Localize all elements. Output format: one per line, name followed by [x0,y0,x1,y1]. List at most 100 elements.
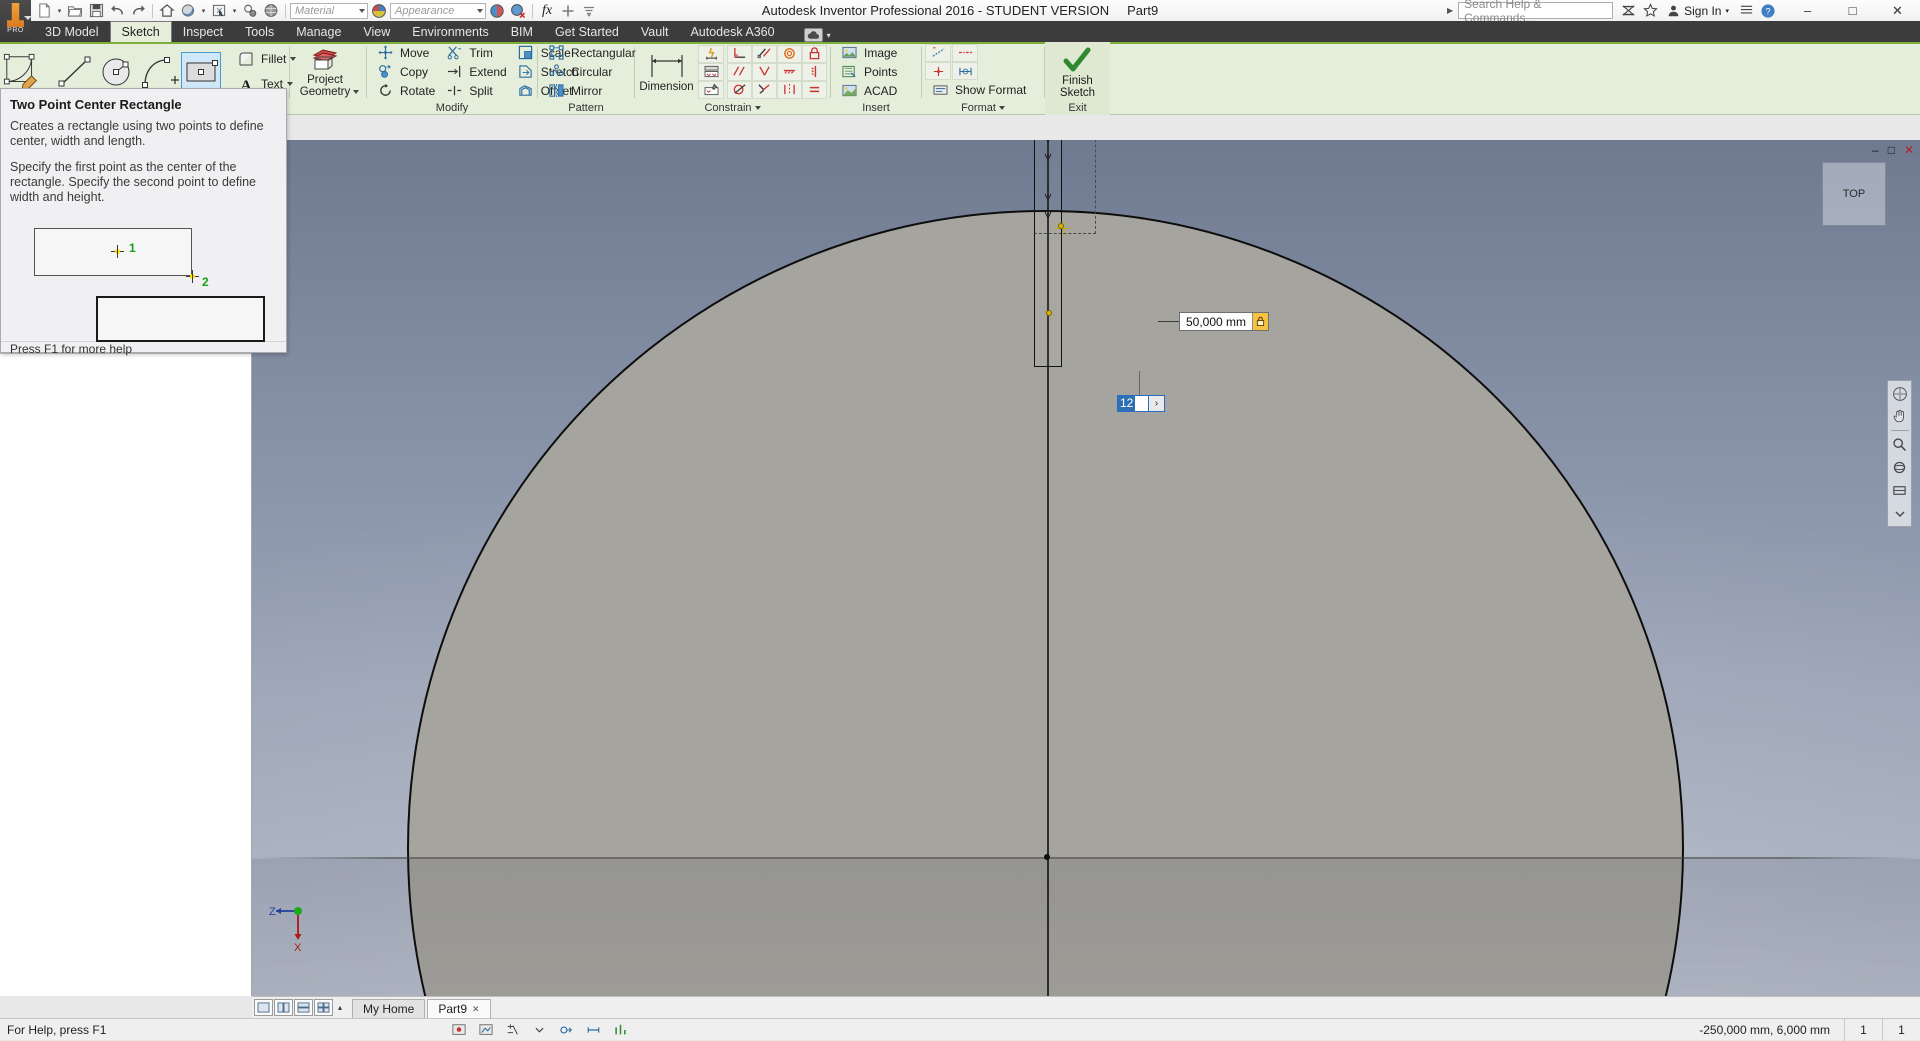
minimize-button[interactable]: – [1785,0,1830,21]
trim-button[interactable]: Trim [439,43,510,62]
extend-button[interactable]: Extend [439,62,510,81]
create-sketch-button[interactable] [3,50,43,94]
horizontal-constraint-icon[interactable] [777,62,802,81]
tangent-constraint-icon[interactable] [777,44,802,63]
circle-tool-button[interactable] [97,50,137,94]
acad-button[interactable]: ACAD [834,81,901,100]
tab-environments[interactable]: Environments [401,21,499,42]
finish-sketch-button[interactable]: Finish Sketch [1052,45,1103,99]
circular-pattern-button[interactable]: Circular [541,62,640,81]
close-button[interactable]: ✕ [1875,0,1920,21]
chevron-down-icon-2[interactable] [477,8,483,13]
constrain-chevron-icon[interactable] [754,105,761,110]
show-format-button[interactable]: Show Format [925,81,1030,100]
appearance-dropdown-icon[interactable]: ▾ [199,1,208,20]
copy-button[interactable]: Copy [370,62,439,81]
dimension-button[interactable]: Dimension [638,49,695,95]
help-dropdown-icon[interactable] [1735,0,1757,21]
navigation-bar[interactable] [1887,380,1912,527]
select-dropdown-icon[interactable]: ▾ [230,1,239,20]
tab-bim[interactable]: BIM [500,21,544,42]
graphics-viewport[interactable]: 50,000 mm 12 › – □ ✕ TOP Z X [252,140,1920,996]
measure-icon[interactable] [585,1022,602,1038]
line-tool-button[interactable] [55,50,95,94]
view-layout-chevron-icon[interactable]: ▴ [334,999,346,1016]
auto-dimension-icon[interactable] [698,44,724,63]
help-circle-icon[interactable]: ? [1757,0,1779,21]
tab-view[interactable]: View [352,21,401,42]
rectangular-pattern-button[interactable]: Rectangular [541,43,640,62]
select-mode-button[interactable] [209,1,229,20]
tab-inspect[interactable]: Inspect [172,21,234,42]
viewport-close-button[interactable]: ✕ [1904,143,1914,157]
qat-overflow-icon[interactable] [579,1,599,20]
four-view-icon[interactable] [314,998,333,1016]
home-view-button[interactable] [157,1,177,20]
tab-tools[interactable]: Tools [234,21,285,42]
single-view-icon[interactable] [254,998,273,1016]
tab-vault[interactable]: Vault [630,21,680,42]
look-at-icon[interactable] [1890,481,1909,500]
analysis-icon[interactable] [612,1022,629,1038]
tab-autodesk-a360[interactable]: Autodesk A360 [679,21,785,42]
snap-icon[interactable] [558,1022,575,1038]
chevron-down-icon[interactable] [359,8,365,13]
search-expand-icon[interactable]: ▶ [1442,6,1458,15]
center-point-icon[interactable] [925,62,951,80]
format-chevron-icon[interactable] [998,105,1005,110]
material-combo[interactable]: Material [290,2,368,19]
value-input-expand-button[interactable]: › [1148,395,1165,412]
split-button[interactable]: Split [439,81,510,100]
two-view-icon[interactable] [274,998,293,1016]
redo-button[interactable] [128,1,148,20]
pan-icon[interactable] [1890,407,1909,426]
record-icon[interactable] [450,1022,467,1038]
viewport-minimize-button[interactable]: – [1872,143,1879,157]
orbit-icon[interactable] [1890,458,1909,477]
tab-manage[interactable]: Manage [285,21,352,42]
chevron-down-icon-status[interactable] [531,1022,548,1038]
image-button[interactable]: Image [834,43,901,62]
new-file-dropdown-icon[interactable]: ▾ [55,1,64,20]
favorites-star-icon[interactable] [1639,0,1661,21]
document-tab-my-home[interactable]: My Home [352,999,426,1018]
viewport-restore-button[interactable]: □ [1888,143,1895,157]
sign-in-chevron-icon[interactable]: ▾ [1725,7,1729,15]
material-swatch-icon[interactable] [369,1,389,20]
appearance-combo[interactable]: Appearance [390,2,486,19]
save-file-button[interactable] [86,1,106,20]
project-geometry-chevron-icon[interactable] [353,90,360,94]
arc-tool-button[interactable] [139,50,179,94]
tab-get-started[interactable]: Get Started [544,21,630,42]
dimension-lock-icon[interactable] [1252,313,1269,330]
more-nav-icon[interactable] [1890,504,1909,523]
open-file-button[interactable] [65,1,85,20]
dimension-value-box[interactable]: 50,000 mm [1179,312,1270,331]
parallel-constraint-icon[interactable] [752,44,777,63]
global-update-button[interactable] [261,1,281,20]
document-tab-part9[interactable]: Part9 ✕ [427,999,491,1018]
collinear-constraint-icon[interactable] [727,62,752,81]
view-cube-top-face[interactable]: TOP [1822,162,1886,226]
rotate-button[interactable]: Rotate [370,81,439,100]
appearance-color-icon[interactable] [487,1,507,20]
tab-3d-model[interactable]: 3D Model [34,21,110,42]
new-file-button[interactable] [34,1,54,20]
centerline-icon[interactable] [952,43,978,62]
close-icon[interactable]: ✕ [472,1004,480,1015]
zoom-icon[interactable] [1890,435,1909,454]
application-menu-button[interactable]: PRO [0,0,32,42]
show-constraints-icon[interactable] [698,62,724,81]
sign-in-button[interactable]: Sign In ▾ [1661,4,1735,18]
tolerance-icon[interactable] [504,1022,521,1038]
driven-dimension-icon[interactable] [952,62,978,80]
a360-cloud-icon[interactable] [803,28,823,42]
construction-line-icon[interactable] [925,43,951,62]
customize-qat-add-icon[interactable] [558,1,578,20]
model-browser-panel[interactable] [0,353,252,996]
full-navigation-wheel-icon[interactable] [1890,384,1909,403]
search-input[interactable]: Search Help & Commands... [1458,0,1614,25]
mirror-button[interactable]: Mirror [541,81,640,100]
smooth-constraint-icon[interactable] [752,80,777,99]
return-button[interactable] [240,1,260,20]
